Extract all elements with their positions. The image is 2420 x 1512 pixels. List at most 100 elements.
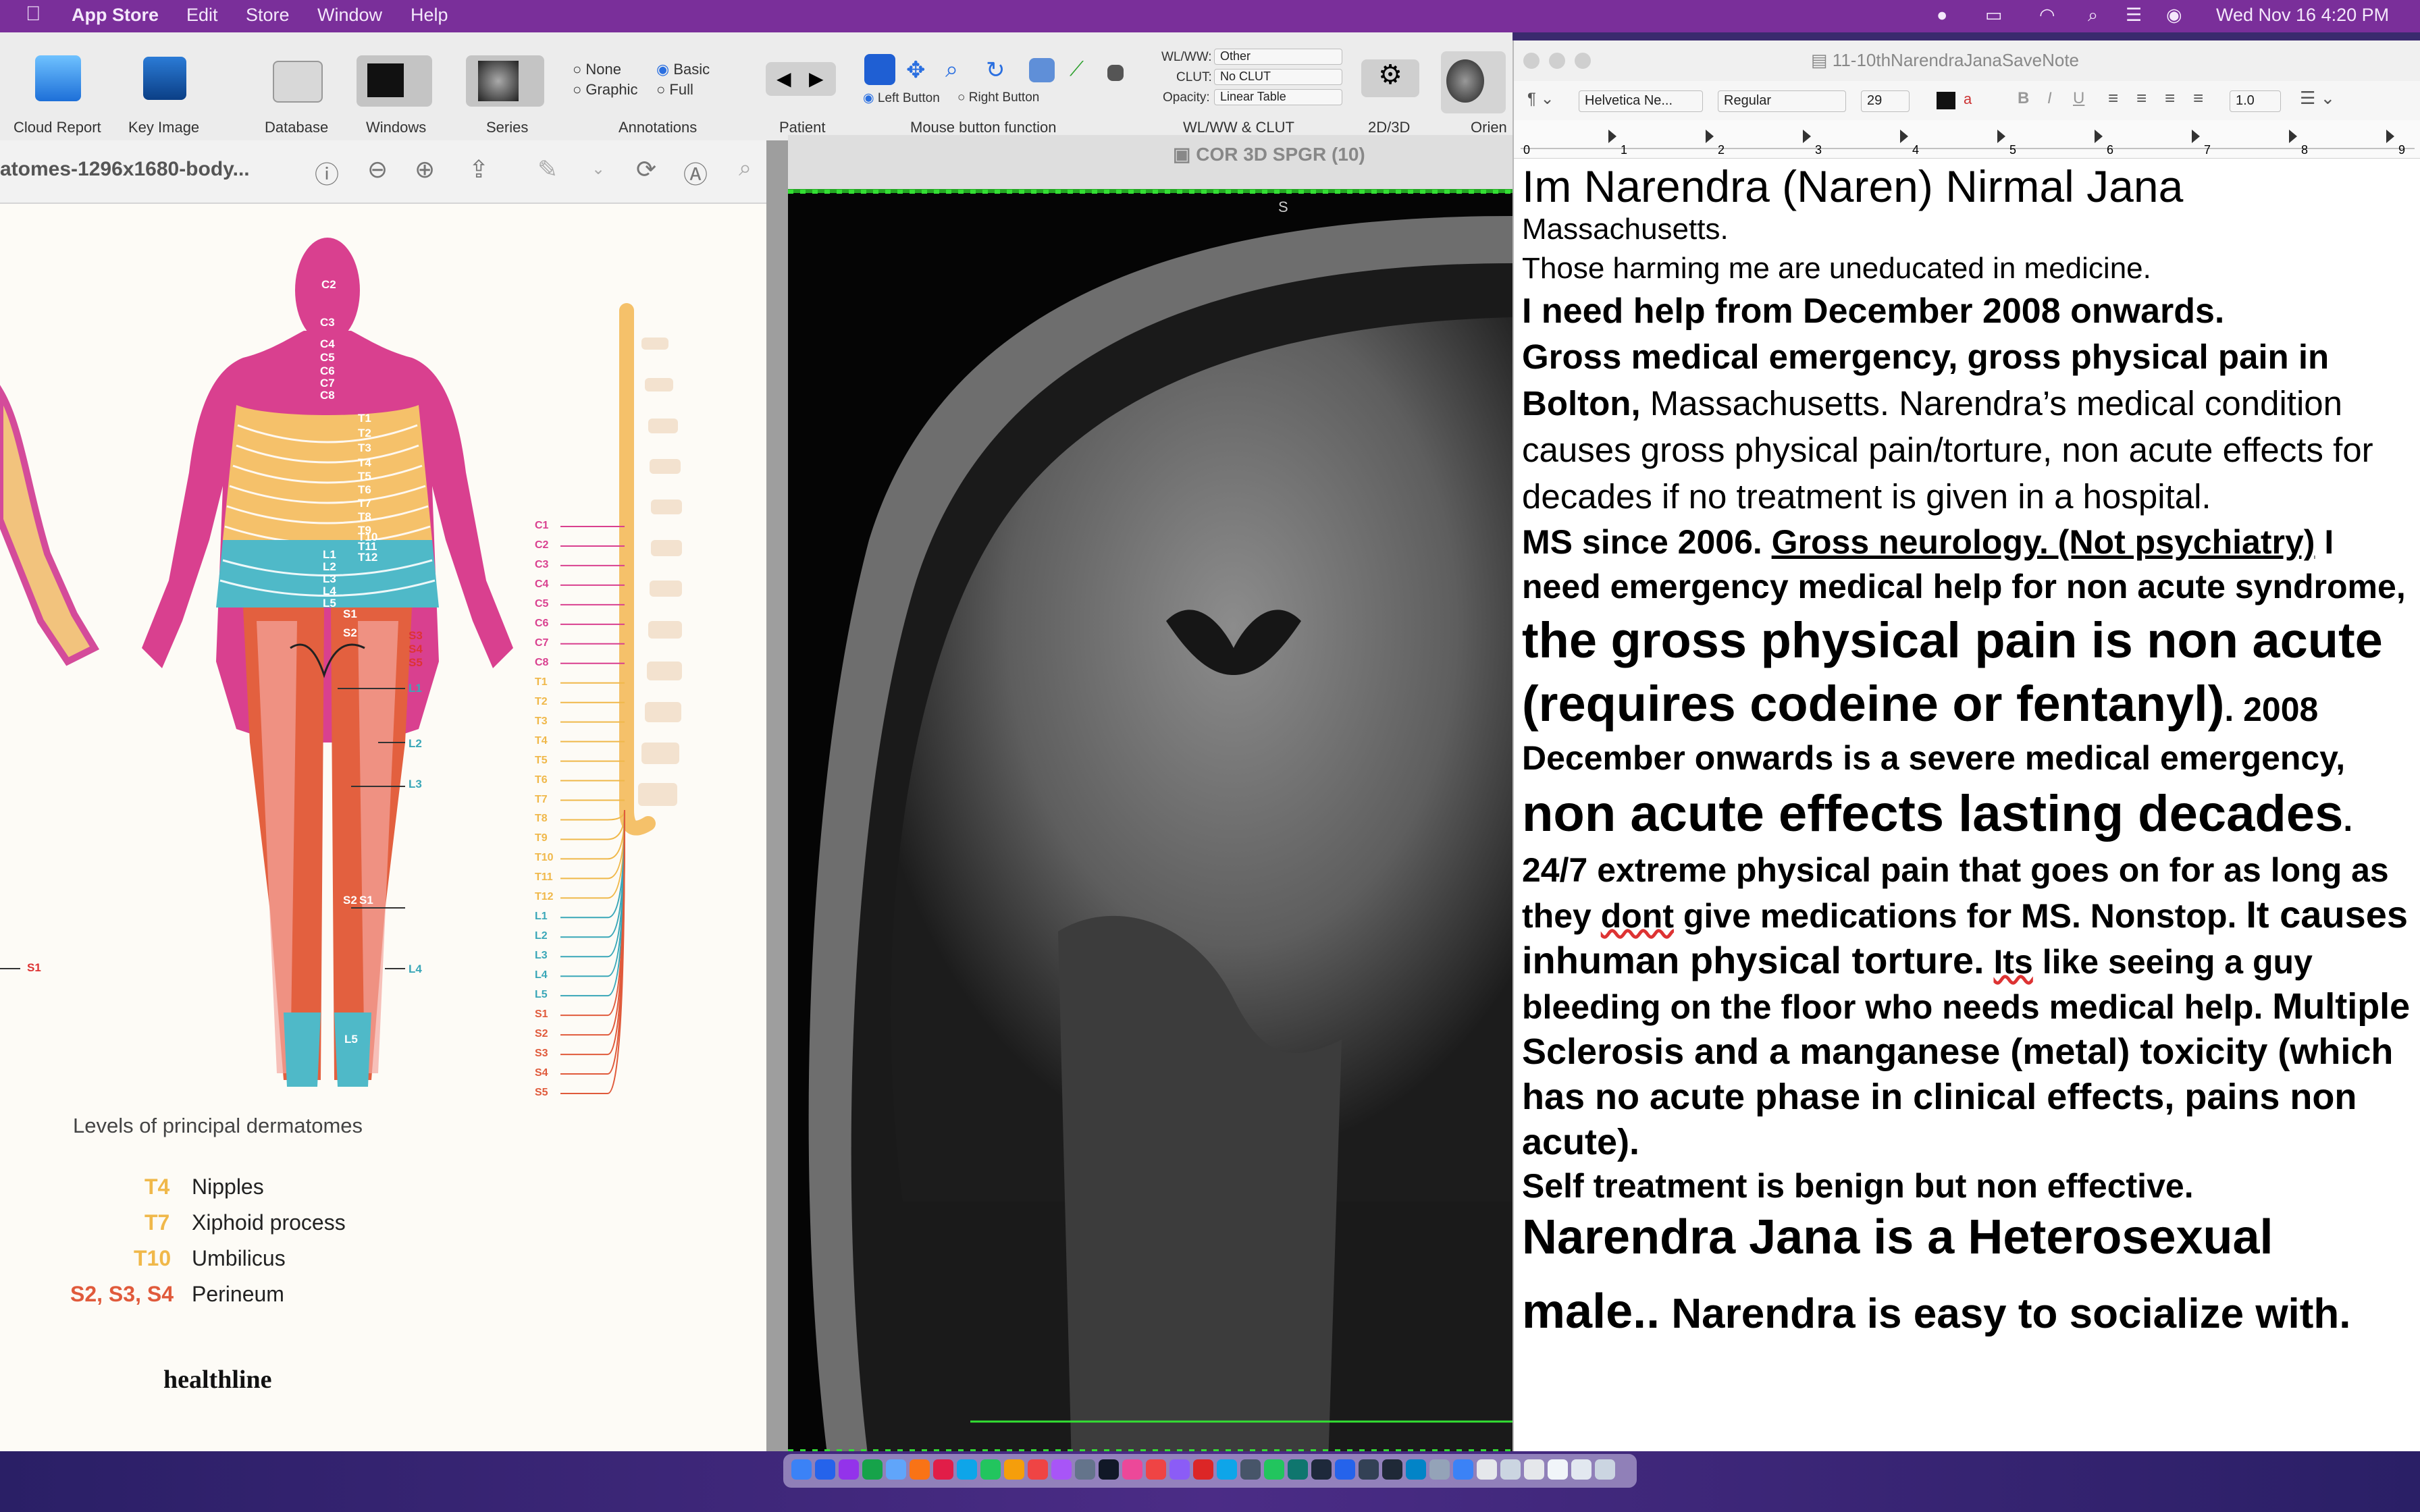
line-spacing-select[interactable]: 1.0 [2230, 90, 2281, 112]
dock-app-icon[interactable] [886, 1459, 906, 1480]
rotate-tool-icon[interactable]: ↻ [986, 57, 1013, 84]
annotate-icon[interactable]: Ⓐ [683, 155, 708, 190]
database-icon[interactable] [273, 61, 323, 103]
highlight-color-icon[interactable]: a [1964, 90, 1972, 108]
align-right-icon[interactable]: ≡ [2165, 88, 2175, 109]
dock-app-icon[interactable] [862, 1459, 883, 1480]
dock-app-icon[interactable] [791, 1459, 812, 1480]
gear-icon[interactable]: ⚙ [1361, 59, 1419, 97]
annotation-graphic-radio[interactable]: ○ Graphic [573, 81, 637, 99]
back-arrow-icon[interactable]: ◀ [777, 68, 791, 90]
mri-viewer[interactable]: S [788, 189, 1512, 1465]
dock-app-icon[interactable] [1382, 1459, 1402, 1480]
menu-edit[interactable]: Edit [186, 5, 218, 26]
dock-app-icon[interactable] [1051, 1459, 1072, 1480]
opacity-select[interactable]: Linear Table [1214, 89, 1342, 105]
dock-app-icon[interactable] [1595, 1459, 1615, 1480]
database-label[interactable]: Database [265, 119, 328, 136]
series-selector[interactable] [466, 55, 544, 107]
dock-app-icon[interactable] [1169, 1459, 1190, 1480]
dock-app-icon[interactable] [1217, 1459, 1237, 1480]
zoom-button[interactable] [1575, 53, 1591, 69]
apple-icon[interactable]:  [26, 3, 41, 26]
menu-store[interactable]: Store [246, 5, 290, 26]
dock-app-icon[interactable] [1359, 1459, 1379, 1480]
forward-arrow-icon[interactable]: ▶ [809, 68, 824, 90]
bold-icon[interactable]: B [2018, 89, 2029, 108]
measure-tool-icon[interactable]: ⟋ [1070, 58, 1095, 82]
align-center-icon[interactable]: ≡ [2136, 88, 2147, 109]
font-family-select[interactable]: Helvetica Ne... [1579, 90, 1703, 112]
chevron-down-icon[interactable]: ⌄ [591, 159, 605, 179]
text-color-swatch[interactable] [1937, 92, 1955, 109]
annotation-basic-radio[interactable]: ◉ Basic [656, 61, 710, 78]
windows-selector[interactable] [357, 55, 432, 107]
dock-app-icon[interactable] [1500, 1459, 1521, 1480]
dock-app-icon[interactable] [1406, 1459, 1426, 1480]
annotation-full-radio[interactable]: ○ Full [656, 81, 693, 99]
markup-pen-icon[interactable]: ✎ [537, 155, 558, 184]
more-tools-icon[interactable] [1107, 65, 1124, 81]
minimize-button[interactable] [1549, 53, 1565, 69]
dock-app-icon[interactable] [957, 1459, 977, 1480]
dock-app-icon[interactable] [1571, 1459, 1592, 1480]
dock-app-icon[interactable] [1264, 1459, 1284, 1480]
dock-app-icon[interactable] [839, 1459, 859, 1480]
font-size-select[interactable]: 29 [1861, 90, 1910, 112]
close-button[interactable] [1523, 53, 1540, 69]
dock-app-icon[interactable] [1311, 1459, 1332, 1480]
cloud-report-icon[interactable] [35, 55, 81, 101]
patient-nav-buttons[interactable]: ◀ ▶ [766, 62, 836, 96]
dock-app-icon[interactable] [1477, 1459, 1497, 1480]
clut-select[interactable]: No CLUT [1214, 69, 1342, 85]
menu-datetime[interactable]: Wed Nov 16 4:20 PM [2216, 5, 2389, 26]
underline-icon[interactable]: U [2073, 89, 2084, 108]
key-image-icon[interactable] [143, 57, 186, 100]
dock-app-icon[interactable] [1288, 1459, 1308, 1480]
control-center-icon[interactable]: ☰ [2126, 5, 2142, 26]
dock-app-icon[interactable] [1524, 1459, 1544, 1480]
annotation-none-radio[interactable]: ○ None [573, 61, 621, 78]
dock-app-icon[interactable] [1193, 1459, 1213, 1480]
dock-app-icon[interactable] [1028, 1459, 1048, 1480]
left-button-radio[interactable]: ◉ Left Button [863, 90, 940, 106]
search-icon[interactable]: ⌕ [2088, 5, 2098, 26]
wlww-tool-button[interactable] [864, 54, 895, 85]
zoom-out-icon[interactable]: ⊖ [367, 155, 388, 184]
wlww-select[interactable]: Other [1214, 49, 1342, 65]
dock-app-icon[interactable] [1075, 1459, 1095, 1480]
dock-app-icon[interactable] [1122, 1459, 1142, 1480]
right-button-radio[interactable]: ○ Right Button [957, 90, 1039, 105]
dock-app-icon[interactable] [1099, 1459, 1119, 1480]
rotate-icon[interactable]: ⟳ [636, 155, 656, 184]
dock-app-icon[interactable] [1004, 1459, 1024, 1480]
menu-help[interactable]: Help [411, 5, 448, 26]
dock-app-icon[interactable] [1453, 1459, 1473, 1480]
battery-icon[interactable]: ▭ [1985, 5, 2003, 26]
cloud-report-label[interactable]: Cloud Report [14, 119, 101, 136]
justify-icon[interactable]: ≡ [2193, 88, 2203, 109]
dock-app-icon[interactable] [1335, 1459, 1355, 1480]
italic-icon[interactable]: I [2047, 89, 2052, 108]
menu-window[interactable]: Window [317, 5, 382, 26]
preview-scrollbar[interactable] [766, 140, 788, 1465]
font-style-select[interactable]: Regular [1718, 90, 1846, 112]
info-icon[interactable]: ⓘ [315, 155, 339, 190]
stack-tool-icon[interactable] [1029, 58, 1055, 82]
list-style-icon[interactable]: ☰ ⌄ [2300, 88, 2335, 109]
dock-app-icon[interactable] [815, 1459, 835, 1480]
series-label[interactable]: Series [486, 119, 528, 136]
dock-app-icon[interactable] [1146, 1459, 1166, 1480]
windows-label[interactable]: Windows [366, 119, 426, 136]
share-icon[interactable]: ⇪ [469, 155, 489, 184]
mri-image[interactable] [788, 189, 1512, 1465]
dock-app-icon[interactable] [1240, 1459, 1261, 1480]
document-body[interactable]: Im Narendra (Naren) Nirmal Jana Massachu… [1522, 162, 2413, 1355]
microphone-icon[interactable]: ● [1937, 5, 1947, 26]
siri-icon[interactable]: ◉ [2166, 5, 2182, 26]
zoom-in-icon[interactable]: ⊕ [415, 155, 435, 184]
dock-app-icon[interactable] [910, 1459, 930, 1480]
dock-app-icon[interactable] [980, 1459, 1001, 1480]
align-left-icon[interactable]: ≡ [2108, 88, 2118, 109]
paragraph-style-icon[interactable]: ¶ ⌄ [1527, 89, 1554, 109]
